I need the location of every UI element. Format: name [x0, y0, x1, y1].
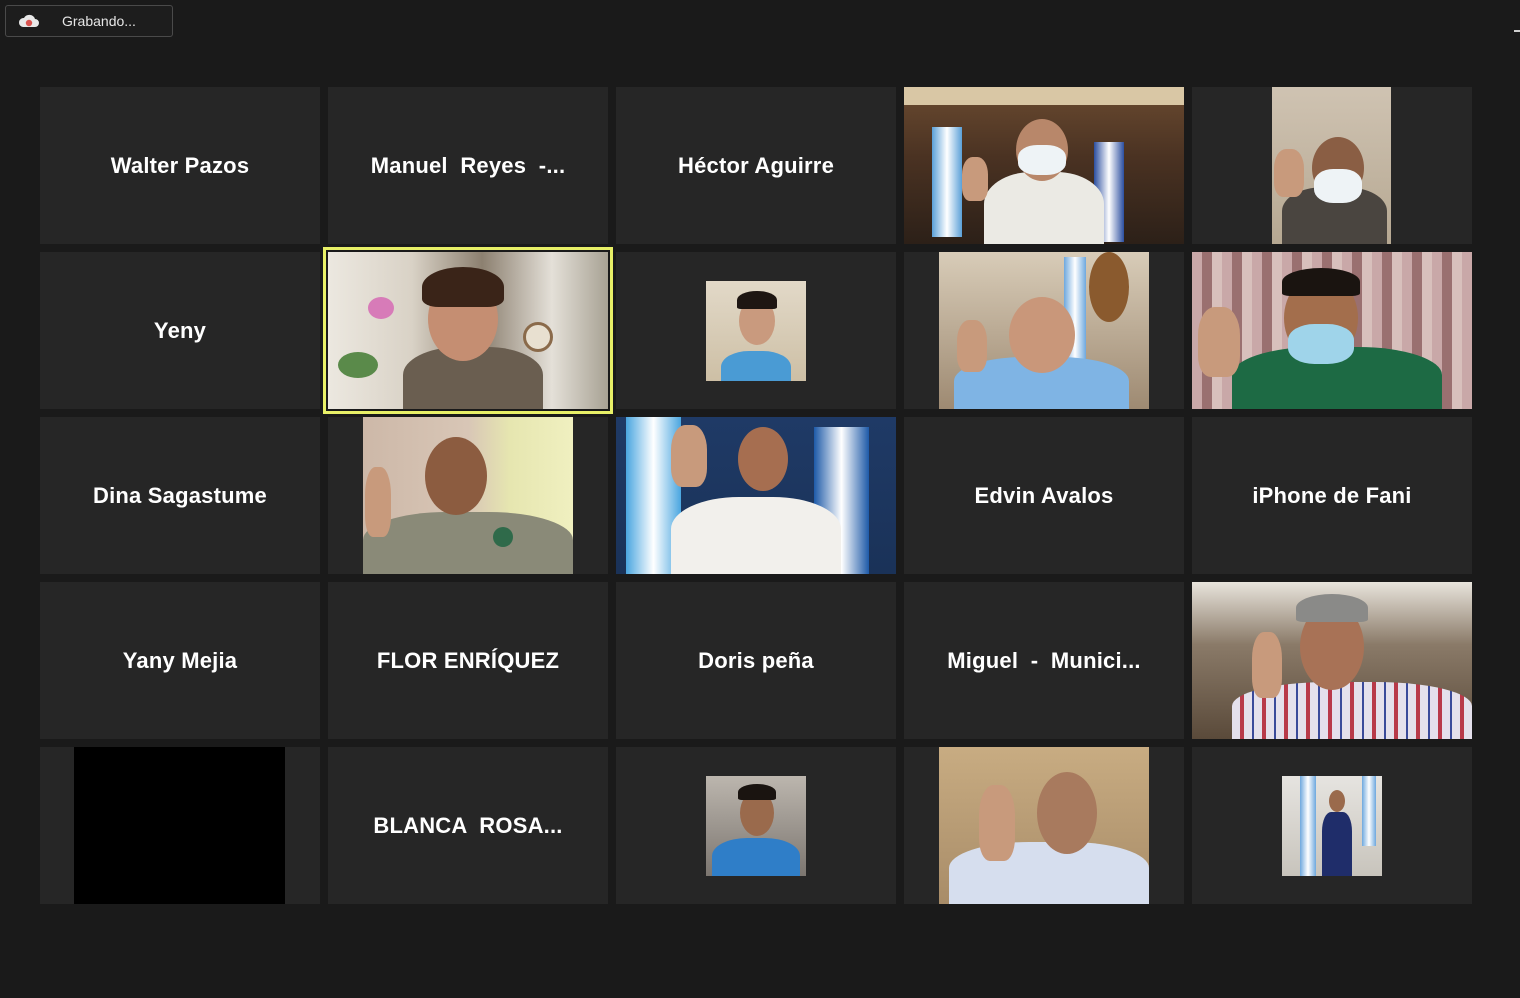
participant-tile[interactable]: Edvin Avalos: [904, 417, 1184, 574]
participant-name: Miguel - Munici...: [947, 647, 1141, 673]
participant-video-tile[interactable]: [1192, 747, 1472, 904]
participant-video-tile[interactable]: [1192, 252, 1472, 409]
recording-indicator[interactable]: Grabando...: [5, 5, 173, 37]
participant-name: FLOR ENRÍQUEZ: [376, 647, 560, 673]
participant-video: [363, 417, 573, 574]
participant-video-tile[interactable]: [328, 417, 608, 574]
participant-video: [1192, 582, 1472, 739]
participant-name: BLANCA ROSA...: [373, 812, 563, 838]
participant-video: [706, 280, 806, 381]
participant-tile[interactable]: Yeny: [40, 252, 320, 409]
participant-tile[interactable]: Dina Sagastume: [40, 417, 320, 574]
participant-video-off: [74, 747, 285, 904]
participant-video: [1192, 252, 1472, 409]
participant-video: [706, 775, 806, 876]
participant-video: [939, 252, 1149, 409]
participant-video-tile[interactable]: [904, 252, 1184, 409]
participant-video-tile[interactable]: [40, 747, 320, 904]
participant-name: Edvin Avalos: [974, 482, 1114, 508]
participant-video: [616, 417, 896, 574]
scroll-indicator: [1514, 30, 1520, 32]
participant-name: Yany Mejia: [122, 647, 238, 673]
participant-name: Dina Sagastume: [93, 482, 267, 508]
participant-video-tile[interactable]: [904, 87, 1184, 244]
participant-gallery: Walter Pazos Manuel Reyes -... Héctor Ag…: [40, 87, 1472, 904]
participant-video: [904, 87, 1184, 244]
cloud-record-icon: [18, 13, 40, 29]
participant-tile[interactable]: Miguel - Munici...: [904, 582, 1184, 739]
participant-name: Walter Pazos: [110, 152, 250, 178]
participant-tile[interactable]: Doris peña: [616, 582, 896, 739]
participant-video-tile[interactable]: [1192, 582, 1472, 739]
participant-name: iPhone de Fani: [1252, 482, 1412, 508]
participant-video-tile[interactable]: [616, 417, 896, 574]
participant-tile[interactable]: iPhone de Fani: [1192, 417, 1472, 574]
participant-video-tile[interactable]: [904, 747, 1184, 904]
participant-tile[interactable]: FLOR ENRÍQUEZ: [328, 582, 608, 739]
participant-video-tile[interactable]: [616, 747, 896, 904]
participant-tile[interactable]: Yany Mejia: [40, 582, 320, 739]
participant-tile[interactable]: Héctor Aguirre: [616, 87, 896, 244]
recording-label: Grabando...: [62, 13, 136, 29]
participant-name: Doris peña: [698, 647, 814, 673]
participant-tile[interactable]: Manuel Reyes -...: [328, 87, 608, 244]
participant-video: [1272, 87, 1391, 244]
participant-name: Héctor Aguirre: [677, 152, 835, 178]
participant-video-tile[interactable]: [1192, 87, 1472, 244]
participant-tile[interactable]: BLANCA ROSA...: [328, 747, 608, 904]
participant-tile[interactable]: Walter Pazos: [40, 87, 320, 244]
participant-video-tile[interactable]: [616, 252, 896, 409]
participant-video: [939, 747, 1149, 904]
participant-video: [1282, 775, 1382, 876]
participant-name: Manuel Reyes -...: [370, 152, 566, 178]
participant-video: [328, 252, 608, 409]
participant-name: Yeny: [153, 317, 207, 343]
active-speaker-tile[interactable]: [323, 247, 613, 414]
